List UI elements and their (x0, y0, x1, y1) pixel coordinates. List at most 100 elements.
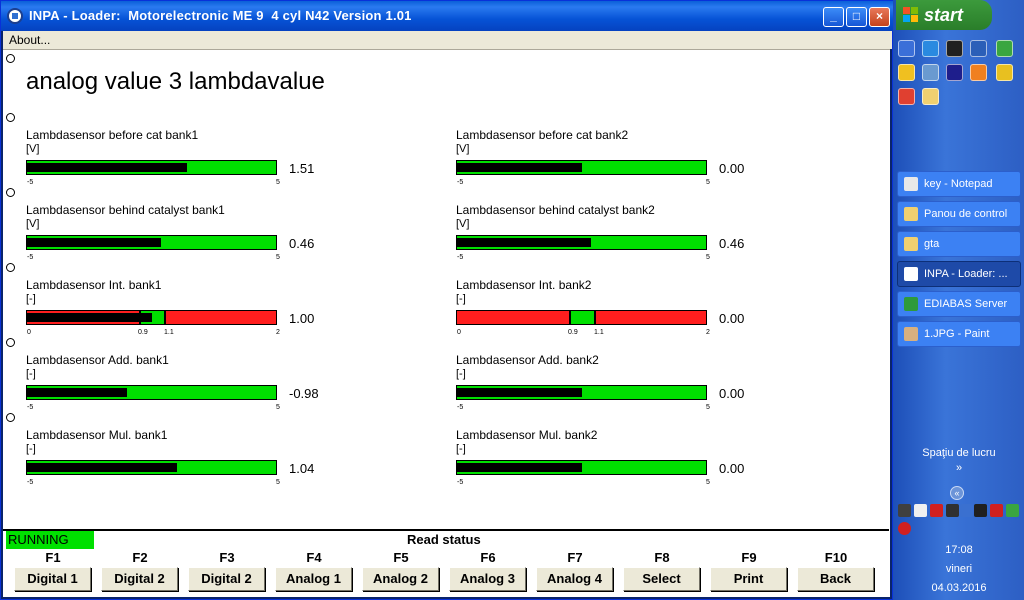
fkey-button-f10[interactable]: Back (797, 567, 874, 591)
chrome-icon[interactable] (898, 88, 915, 105)
folder-icon (904, 207, 918, 221)
maximize-button[interactable]: □ (846, 7, 867, 27)
bmw-icon[interactable] (7, 8, 23, 24)
fkey-label-f4: F4 (306, 550, 322, 565)
tray-update-icon[interactable] (960, 504, 973, 517)
sensor-gauge (456, 235, 707, 250)
status-label: Read status (407, 532, 481, 547)
taskbar-item[interactable]: INPA - Loader: ... (897, 261, 1021, 287)
sensor-unit: [V] (456, 218, 470, 230)
fkey-label-f9: F9 (741, 550, 757, 565)
sensor-value: 0.46 (289, 236, 315, 251)
fkey-label-f6: F6 (480, 550, 496, 565)
gauge-fill (27, 313, 152, 322)
gauge-red-zone (594, 311, 706, 324)
sensor-gauge (456, 460, 707, 475)
tray-antivirus-icon[interactable] (990, 504, 1003, 517)
scale-tick: 2 (276, 329, 280, 336)
ie-settings-icon[interactable] (898, 40, 915, 57)
fkey-label-f10: F10 (824, 550, 848, 565)
taskbar-item[interactable]: Panou de control (897, 201, 1021, 227)
sensor-name: Lambdasensor behind catalyst bank1 (26, 203, 225, 217)
row-marker (6, 188, 15, 197)
fkey-button-f6[interactable]: Analog 3 (449, 567, 526, 591)
taskbar-item-label: Panou de control (924, 208, 1008, 220)
sensor-value: 0.00 (719, 161, 745, 176)
tray-security-icon[interactable] (898, 522, 911, 535)
sensor-unit: [-] (456, 368, 466, 380)
row-marker (6, 113, 15, 122)
sensor-unit: [-] (26, 368, 36, 380)
tray-usb-icon[interactable] (946, 504, 959, 517)
title-bar[interactable]: INPA - Loader: Motorelectronic ME 9 4 cy… (1, 1, 894, 31)
sensor-gauge (26, 460, 277, 475)
close-button[interactable]: × (869, 7, 890, 27)
network-icon[interactable] (922, 64, 939, 81)
sensor-name: Lambdasensor before cat bank1 (26, 128, 199, 142)
messenger-icon[interactable] (898, 64, 915, 81)
fkey-button-f5[interactable]: Analog 2 (362, 567, 439, 591)
utorrent-icon[interactable] (996, 40, 1013, 57)
fkey-button-f8[interactable]: Select (623, 567, 700, 591)
taskbar-item[interactable]: gta (897, 231, 1021, 257)
fkey-button-f1[interactable]: Digital 1 (14, 567, 91, 591)
scale-tick: 5 (706, 179, 710, 186)
scale-tick: 5 (276, 404, 280, 411)
page-title: analog value 3 lambdavalue (26, 68, 325, 95)
fkey-button-f4[interactable]: Analog 1 (275, 567, 352, 591)
row-marker (6, 54, 15, 63)
taskbar-item-label: gta (924, 238, 940, 250)
fkey-button-f9[interactable]: Print (710, 567, 787, 591)
scale-tick: 5 (276, 479, 280, 486)
sensor-name: Lambdasensor behind catalyst bank2 (456, 203, 655, 217)
fkey-button-f3[interactable]: Digital 2 (188, 567, 265, 591)
minimize-button[interactable]: _ (823, 7, 844, 27)
tray-collapse-icon[interactable]: « (950, 486, 964, 500)
sensor-unit: [V] (26, 218, 40, 230)
player-icon[interactable] (946, 64, 963, 81)
fkey-button-f7[interactable]: Analog 4 (536, 567, 613, 591)
gauge-fill (27, 463, 177, 472)
row-marker (6, 263, 15, 272)
tray-utorrent-icon[interactable] (1006, 504, 1019, 517)
fkey-button-f2[interactable]: Digital 2 (101, 567, 178, 591)
folder-icon[interactable] (922, 88, 939, 105)
sensor-unit: [-] (26, 443, 36, 455)
menu-about[interactable]: About... (9, 33, 50, 47)
sensor-gauge (26, 385, 277, 400)
word-icon[interactable] (970, 40, 987, 57)
media-player-icon[interactable] (946, 40, 963, 57)
internet-explorer-icon[interactable] (922, 40, 939, 57)
notepad-icon (904, 177, 918, 191)
fkey-label-f7: F7 (567, 550, 583, 565)
taskbar-item[interactable]: key - Notepad (897, 171, 1021, 197)
taskbar-item-label: 1.JPG - Paint (924, 328, 990, 340)
ediabas-icon (904, 297, 918, 311)
scale-tick: -5 (27, 179, 34, 186)
sensor-name: Lambdasensor Add. bank2 (456, 353, 599, 367)
tray-shield-icon[interactable] (898, 504, 911, 517)
workspace-label[interactable]: Spaţiu de lucru (897, 447, 1021, 459)
gauge-divider (594, 311, 596, 324)
clock[interactable]: 17:08 vineri 04.03.2016 (897, 541, 1021, 598)
gauge-red-zone (164, 311, 276, 324)
gauge-divider (569, 311, 571, 324)
taskbar-item[interactable]: EDIABAS Server (897, 291, 1021, 317)
taskbar-item[interactable]: 1.JPG - Paint (897, 321, 1021, 347)
scale-tick: 0 (27, 329, 31, 336)
clock-time: 17:08 (945, 544, 973, 556)
window-title: INPA - Loader: Motorelectronic ME 9 4 cy… (29, 8, 412, 23)
tray-network-icon[interactable] (914, 504, 927, 517)
sensor-gauge (26, 310, 277, 325)
tray-monitor-icon[interactable] (974, 504, 987, 517)
fkey-label-f2: F2 (132, 550, 148, 565)
archive-icon[interactable] (996, 64, 1013, 81)
scale-tick: 5 (276, 179, 280, 186)
fkey-label-f3: F3 (219, 550, 235, 565)
tray-alert-icon[interactable] (930, 504, 943, 517)
kmplayer-icon[interactable] (970, 64, 987, 81)
menu-bar: About... (3, 31, 892, 49)
windows-logo-icon (903, 7, 919, 23)
chevron-down-icon[interactable]: » (897, 462, 1021, 474)
gauge-fill (27, 238, 161, 247)
